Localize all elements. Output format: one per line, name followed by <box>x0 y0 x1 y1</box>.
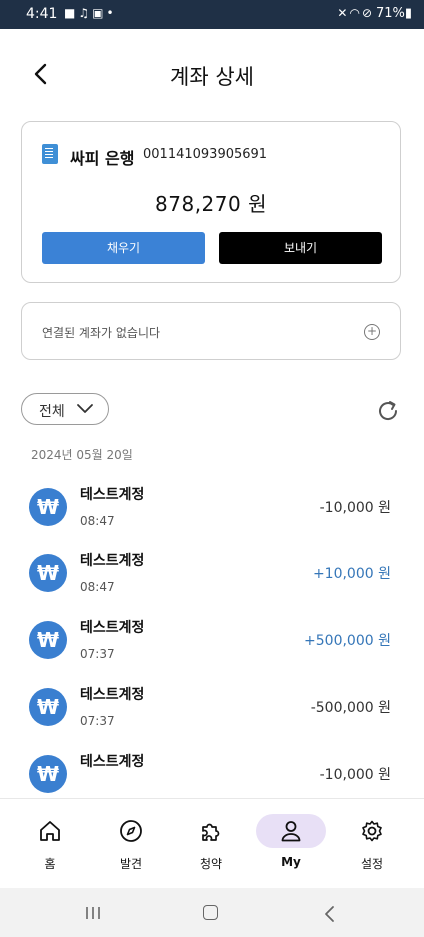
compass-icon <box>120 820 142 842</box>
transaction-amount: -500,000 원 <box>310 700 391 716</box>
transaction-row[interactable]: ₩ 테스트계정 07:37 -500,000 원 <box>0 678 424 745</box>
no-disturb-icon: ⊘ <box>361 6 374 20</box>
fill-button[interactable]: 채우기 <box>42 232 205 264</box>
transaction-time: 08:47 <box>80 514 115 528</box>
chevron-down-icon <box>77 404 93 413</box>
nav-label-home: 홈 <box>44 857 56 871</box>
transaction-amount: +500,000 원 <box>304 633 391 649</box>
nav-label-settings: 설정 <box>360 857 384 871</box>
won-icon: ₩ <box>29 554 67 592</box>
bag-icon: ▣ <box>92 6 107 20</box>
filter-label: 전체 <box>39 404 65 420</box>
recent-apps-icon[interactable] <box>84 906 102 920</box>
status-time: 4:41 <box>26 6 58 22</box>
nav-item-subscription[interactable]: 청약 <box>171 799 251 889</box>
dot-icon: • <box>106 6 117 20</box>
transaction-name: 테스트계정 <box>80 620 145 636</box>
transaction-row[interactable]: ₩ 테스트계정 07:37 +500,000 원 <box>0 611 424 678</box>
nav-label-discover: 발견 <box>119 857 143 871</box>
linked-account-card[interactable]: 연결된 계좌가 없습니다 + <box>21 302 401 360</box>
won-icon: ₩ <box>29 488 67 526</box>
music-icon: ♫ <box>78 6 93 20</box>
system-back-icon[interactable] <box>323 905 337 923</box>
transaction-name: 테스트계정 <box>80 754 145 770</box>
transaction-time: 07:37 <box>80 647 115 661</box>
transaction-amount: -10,000 원 <box>319 767 391 783</box>
transaction-name: 테스트계정 <box>80 487 145 503</box>
status-right-icons: ✕◠⊘ <box>337 6 374 20</box>
home-icon <box>40 821 60 841</box>
linked-account-text: 연결된 계좌가 없습니다 <box>42 326 161 340</box>
account-card: 싸피 은행 001141093905691 878,270 원 채우기 보내기 <box>21 121 401 283</box>
transaction-amount: -10,000 원 <box>319 500 391 516</box>
refresh-icon[interactable] <box>375 398 401 424</box>
puzzle-icon <box>202 823 220 841</box>
nav-label-my: My <box>281 855 301 869</box>
transaction-amount: +10,000 원 <box>312 566 391 582</box>
battery-level: 71%▮ <box>375 6 412 21</box>
bank-logo-icon <box>42 144 58 164</box>
transaction-time: 08:47 <box>80 580 115 594</box>
gear-icon <box>362 820 382 842</box>
nav-item-discover[interactable]: 발견 <box>91 799 171 889</box>
send-button[interactable]: 보내기 <box>219 232 382 264</box>
wifi-icon: ◠ <box>349 6 362 20</box>
transaction-row[interactable]: ₩ 테스트계정 08:47 -10,000 원 <box>0 478 424 545</box>
date-label: 2024년 05월 20일 <box>31 448 133 462</box>
user-icon <box>281 821 301 842</box>
nav-item-my[interactable]: My <box>251 799 331 889</box>
transaction-name: 테스트계정 <box>80 687 145 703</box>
filter-dropdown[interactable]: 전체 <box>21 393 109 425</box>
transaction-name: 테스트계정 <box>80 553 145 569</box>
mute-icon: ✕ <box>337 6 350 20</box>
transaction-list[interactable]: ₩ 테스트계정 08:47 -10,000 원 ₩ 테스트계정 08:47 +1… <box>0 478 424 798</box>
status-bar: 4:41 ■♫▣• ✕◠⊘ 71%▮ <box>0 0 424 29</box>
transaction-row[interactable]: ₩ 테스트계정 08:47 +10,000 원 <box>0 544 424 611</box>
won-icon: ₩ <box>29 621 67 659</box>
page-title: 계좌 상세 <box>170 65 254 89</box>
won-icon: ₩ <box>29 755 67 793</box>
nav-item-home[interactable]: 홈 <box>10 799 90 889</box>
nav-item-settings[interactable]: 설정 <box>332 799 412 889</box>
home-button-icon[interactable] <box>203 905 218 920</box>
nav-label-subscription: 청약 <box>199 857 223 871</box>
transaction-row[interactable]: ₩ 테스트계정 -10,000 원 <box>0 745 424 798</box>
bottom-nav: 홈 발견 청약 My 설정 <box>0 798 424 889</box>
transaction-time: 07:37 <box>80 714 115 728</box>
account-balance: 878,270 원 <box>155 192 267 216</box>
plus-circle-icon[interactable]: + <box>364 324 380 340</box>
video-icon: ■ <box>64 6 79 20</box>
status-left-icons: ■♫▣• <box>64 6 117 20</box>
account-number: 001141093905691 <box>143 147 268 162</box>
bank-name: 싸피 은행 <box>70 149 135 168</box>
page-header: 계좌 상세 <box>0 29 424 119</box>
won-icon: ₩ <box>29 688 67 726</box>
system-nav-bar <box>0 888 424 937</box>
